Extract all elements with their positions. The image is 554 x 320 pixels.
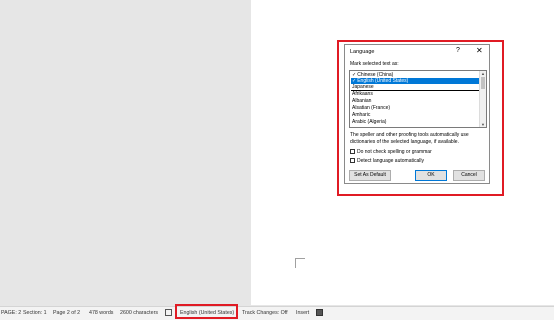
scroll-down-icon[interactable]: ▼ [480,122,486,127]
detect-language-checkbox[interactable]: Detect language automatically [350,158,424,165]
macro-recording-icon[interactable] [316,309,323,316]
language-dialog: Language ? ✕ Mark selected text as: ✓Chi… [344,44,490,184]
status-section[interactable]: Section: 1 [23,310,47,316]
set-as-default-button[interactable]: Set As Default [349,170,391,181]
status-word-count[interactable]: 478 words [89,310,113,316]
scroll-thumb[interactable] [481,77,485,89]
close-icon[interactable]: ✕ [476,46,483,55]
proofing-icon[interactable] [165,309,172,316]
help-icon[interactable]: ? [456,47,460,54]
proofing-info-text: The speller and other proofing tools aut… [350,132,469,145]
language-list[interactable]: ✓Chinese (China) ✓English (United States… [349,70,487,128]
language-item-amharic[interactable]: Amharic [351,112,482,118]
language-item-arabic-algeria[interactable]: Arabic (Algeria) [351,119,482,125]
status-page[interactable]: PAGE: 2 [1,310,21,316]
do-not-check-spelling-checkbox[interactable]: Do not check spelling or grammar [350,149,432,156]
ok-button[interactable]: OK [415,170,447,181]
status-character-count[interactable]: 2600 characters [120,310,158,316]
status-language[interactable]: English (United States) [180,310,234,316]
status-page-of[interactable]: Page 2 of 2 [53,310,80,316]
language-item-alsatian[interactable]: Alsatian (France) [351,105,482,111]
mark-selected-label: Mark selected text as: [350,61,399,67]
scroll-up-icon[interactable]: ▲ [480,71,486,76]
status-track-changes[interactable]: Track Changes: Off [242,310,288,316]
language-item-albanian[interactable]: Albanian [351,98,482,104]
checkbox-box[interactable] [350,158,355,164]
checkbox-box[interactable] [350,149,355,155]
status-insert-mode[interactable]: Insert [296,310,309,316]
page-margin-mark [295,258,305,268]
status-bar: PAGE: 2 Section: 1 Page 2 of 2 478 words… [0,306,554,320]
dialog-title: Language [350,49,375,55]
document-gray-area [0,0,251,305]
cancel-button[interactable]: Cancel [453,170,485,181]
language-item-afrikaans[interactable]: Afrikaans [351,91,482,97]
list-scrollbar[interactable]: ▲ ▼ [479,71,486,127]
